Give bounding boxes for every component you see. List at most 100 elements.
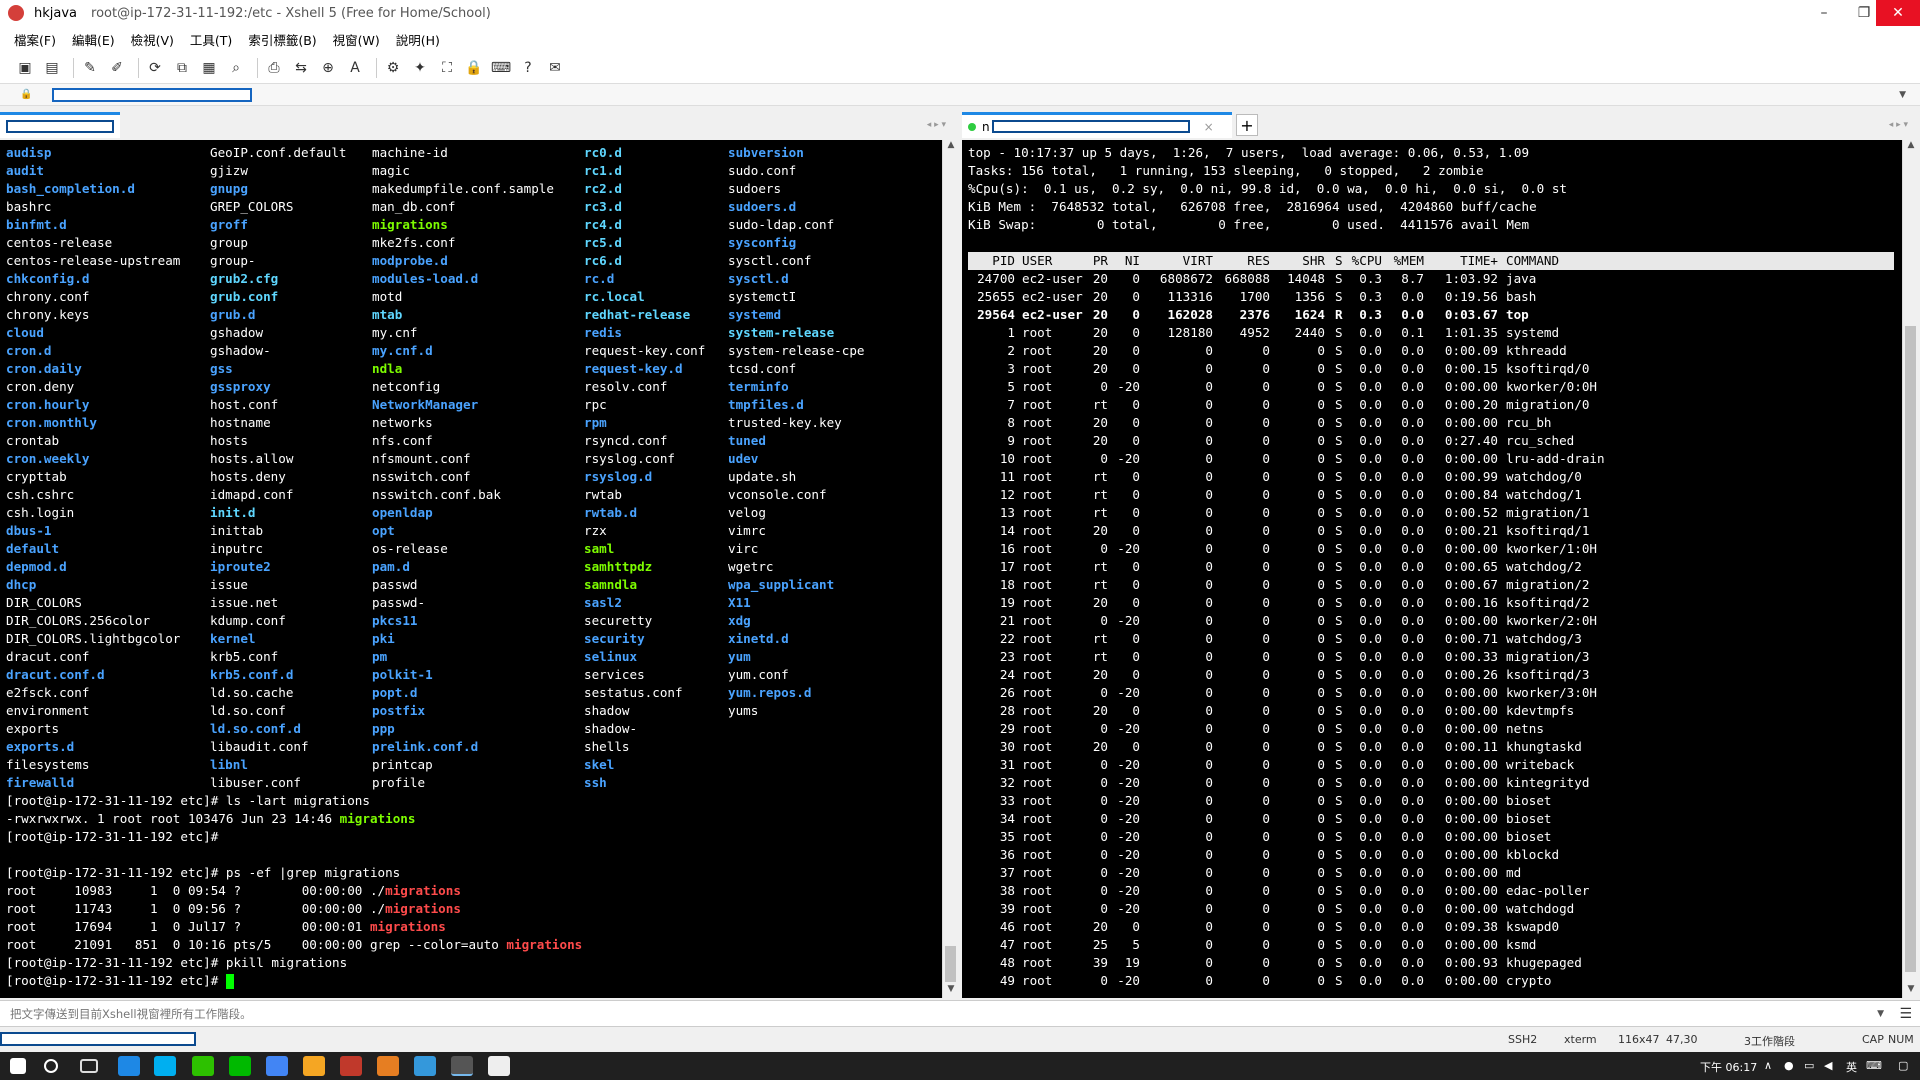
ime-indicator[interactable]: 英 bbox=[1846, 1059, 1857, 1075]
tab-right-session[interactable]: n × bbox=[962, 112, 1232, 138]
tray-app-icon[interactable]: ● bbox=[1784, 1059, 1794, 1072]
ls-entry: grub.d bbox=[210, 307, 256, 322]
xshell-task-icon[interactable] bbox=[451, 1056, 473, 1076]
globe-icon[interactable]: ⊕ bbox=[317, 57, 339, 79]
chat-icon[interactable]: ✉ bbox=[544, 57, 566, 79]
process-cell: 0 bbox=[1132, 649, 1140, 664]
process-cell: migration/3 bbox=[1506, 649, 1590, 664]
compose-dropdown-icon[interactable]: ▼ bbox=[1877, 1009, 1884, 1019]
process-cell: 0.0 bbox=[1359, 415, 1382, 430]
ls-entry: rzx bbox=[584, 523, 607, 538]
address-input[interactable] bbox=[52, 87, 253, 102]
scroll-down-icon[interactable]: ▼ bbox=[1903, 984, 1919, 998]
wechat-icon[interactable] bbox=[192, 1056, 214, 1076]
process-cell: rcu_sched bbox=[1506, 433, 1575, 448]
address-dropdown-icon[interactable]: ▼ bbox=[1899, 90, 1906, 100]
tray-up-icon[interactable]: ∧ bbox=[1764, 1059, 1772, 1072]
scroll-up-icon[interactable]: ▲ bbox=[1903, 140, 1919, 154]
compose-bar[interactable]: 把文字傳送到目前Xshell視窗裡所有工作階段。 ▼ ☰ bbox=[0, 1000, 1920, 1026]
right-terminal[interactable]: top - 10:17:37 up 5 days, 1:26, 7 users,… bbox=[962, 140, 1902, 998]
process-cell: 0 bbox=[1205, 865, 1213, 880]
network-icon[interactable]: ▭ bbox=[1804, 1059, 1814, 1072]
app-icon[interactable] bbox=[340, 1056, 362, 1076]
tab-close-icon[interactable]: × bbox=[1204, 120, 1214, 134]
script-icon[interactable]: ✦ bbox=[409, 57, 431, 79]
left-terminal[interactable]: audisp GeoIP.conf.default machine-id rc0.d s… bbox=[0, 140, 942, 998]
process-cell: 0 bbox=[1205, 397, 1213, 412]
notification-icon[interactable]: ▢ bbox=[1898, 1059, 1908, 1072]
process-cell: 0.0 bbox=[1359, 937, 1382, 952]
scrollbar-thumb[interactable] bbox=[1905, 326, 1916, 972]
copy-icon[interactable]: ⧉ bbox=[171, 57, 193, 79]
process-cell: 20 bbox=[1092, 739, 1108, 754]
lock-icon[interactable]: 🔒 bbox=[463, 57, 485, 79]
ls-entry: printcap bbox=[372, 757, 433, 772]
line-icon[interactable] bbox=[229, 1056, 251, 1076]
menu-view[interactable]: 檢視(V) bbox=[131, 30, 174, 49]
left-terminal-scrollbar[interactable]: ▲ ▼ bbox=[942, 140, 958, 998]
print-icon[interactable]: ⎙ bbox=[263, 57, 285, 79]
fullscreen-icon[interactable]: ⛶ bbox=[436, 57, 458, 79]
right-terminal-scrollbar[interactable]: ▲ ▼ bbox=[1902, 140, 1920, 998]
menu-help[interactable]: 說明(H) bbox=[396, 30, 440, 49]
xftp-icon[interactable]: ⚙ bbox=[382, 57, 404, 79]
dialog-icon[interactable] bbox=[414, 1056, 436, 1076]
chrome-icon[interactable] bbox=[377, 1056, 399, 1076]
process-cell: 0 bbox=[1317, 523, 1325, 538]
task-view-icon[interactable] bbox=[80, 1059, 98, 1073]
process-cell: S bbox=[1335, 847, 1343, 862]
menu-edit[interactable]: 編輯(E) bbox=[72, 30, 115, 49]
find-icon[interactable]: ⌕ bbox=[225, 57, 247, 79]
scroll-down-icon[interactable]: ▼ bbox=[943, 984, 959, 998]
minimize-button[interactable]: – bbox=[1808, 0, 1840, 26]
process-cell: lru-add-drain bbox=[1506, 451, 1605, 466]
menu-file[interactable]: 檔案(F) bbox=[14, 30, 56, 49]
process-cell: S bbox=[1335, 919, 1343, 934]
open-folder-icon[interactable]: ▤ bbox=[41, 57, 63, 79]
search-icon[interactable] bbox=[44, 1059, 58, 1073]
tab-left-session[interactable] bbox=[0, 112, 120, 138]
clock[interactable]: 下午 06:17 bbox=[1700, 1059, 1757, 1075]
skype-icon[interactable] bbox=[154, 1056, 176, 1076]
process-cell: 0.0 bbox=[1401, 541, 1424, 556]
menu-tools[interactable]: 工具(T) bbox=[190, 30, 232, 49]
transfer-icon[interactable]: ⇆ bbox=[290, 57, 312, 79]
help-icon[interactable]: ? bbox=[517, 57, 539, 79]
paste-icon[interactable]: ▦ bbox=[198, 57, 220, 79]
process-cell: 20 bbox=[1092, 307, 1108, 322]
reconnect-icon[interactable]: ⟳ bbox=[144, 57, 166, 79]
sublime-icon[interactable] bbox=[303, 1056, 325, 1076]
ls-entry: groff bbox=[210, 217, 248, 232]
add-tab-button[interactable]: + bbox=[1236, 114, 1258, 136]
tab-nav-icon[interactable]: ◂ ▸ ▾ bbox=[1889, 120, 1908, 130]
process-cell: ksoftirqd/0 bbox=[1506, 361, 1590, 376]
start-icon[interactable] bbox=[10, 1058, 26, 1074]
close-button[interactable]: ✕ bbox=[1876, 0, 1920, 26]
ls-entry: postfix bbox=[372, 703, 426, 718]
new-session-icon[interactable]: ▣ bbox=[14, 57, 36, 79]
menu-window[interactable]: 視窗(W) bbox=[333, 30, 380, 49]
keyboard-layout-icon[interactable]: ⌨ bbox=[1866, 1059, 1882, 1072]
process-row: 49 root 0 -20 0 0 0 S 0.0 0.0 0:00.00 crypto bbox=[968, 972, 1894, 990]
ls-entry: group- bbox=[210, 253, 256, 268]
ls-row: firewalld libuser.conf profile ssh bbox=[6, 774, 607, 792]
process-cell: 0 bbox=[1100, 721, 1108, 736]
calculator-icon[interactable] bbox=[488, 1056, 510, 1076]
connect-icon[interactable]: ✎ bbox=[79, 57, 101, 79]
scrollbar-thumb[interactable] bbox=[945, 946, 956, 982]
disconnect-icon[interactable]: ✐ bbox=[106, 57, 128, 79]
scroll-up-icon[interactable]: ▲ bbox=[943, 140, 959, 154]
browser-icon[interactable] bbox=[266, 1056, 288, 1076]
tab-nav-icon[interactable]: ◂ ▸ ▾ bbox=[927, 120, 946, 130]
edge-icon[interactable] bbox=[118, 1056, 140, 1076]
font-icon[interactable]: A bbox=[344, 57, 366, 79]
ls-entry: chrony.keys bbox=[6, 307, 90, 322]
keyboard-icon[interactable]: ⌨ bbox=[490, 57, 512, 79]
process-cell: 0:00.11 bbox=[1444, 739, 1498, 754]
volume-icon[interactable]: ◀ bbox=[1824, 1059, 1832, 1072]
ls-row: audisp GeoIP.conf.default machine-id rc0.d s… bbox=[6, 144, 804, 162]
ls-row: cloud gshadow my.cnf redis system-release bbox=[6, 324, 834, 342]
menu-tab[interactable]: 索引標籤(B) bbox=[248, 30, 316, 49]
menu-lines-icon[interactable]: ☰ bbox=[1899, 1006, 1912, 1022]
ls-entry: crypttab bbox=[6, 469, 67, 484]
